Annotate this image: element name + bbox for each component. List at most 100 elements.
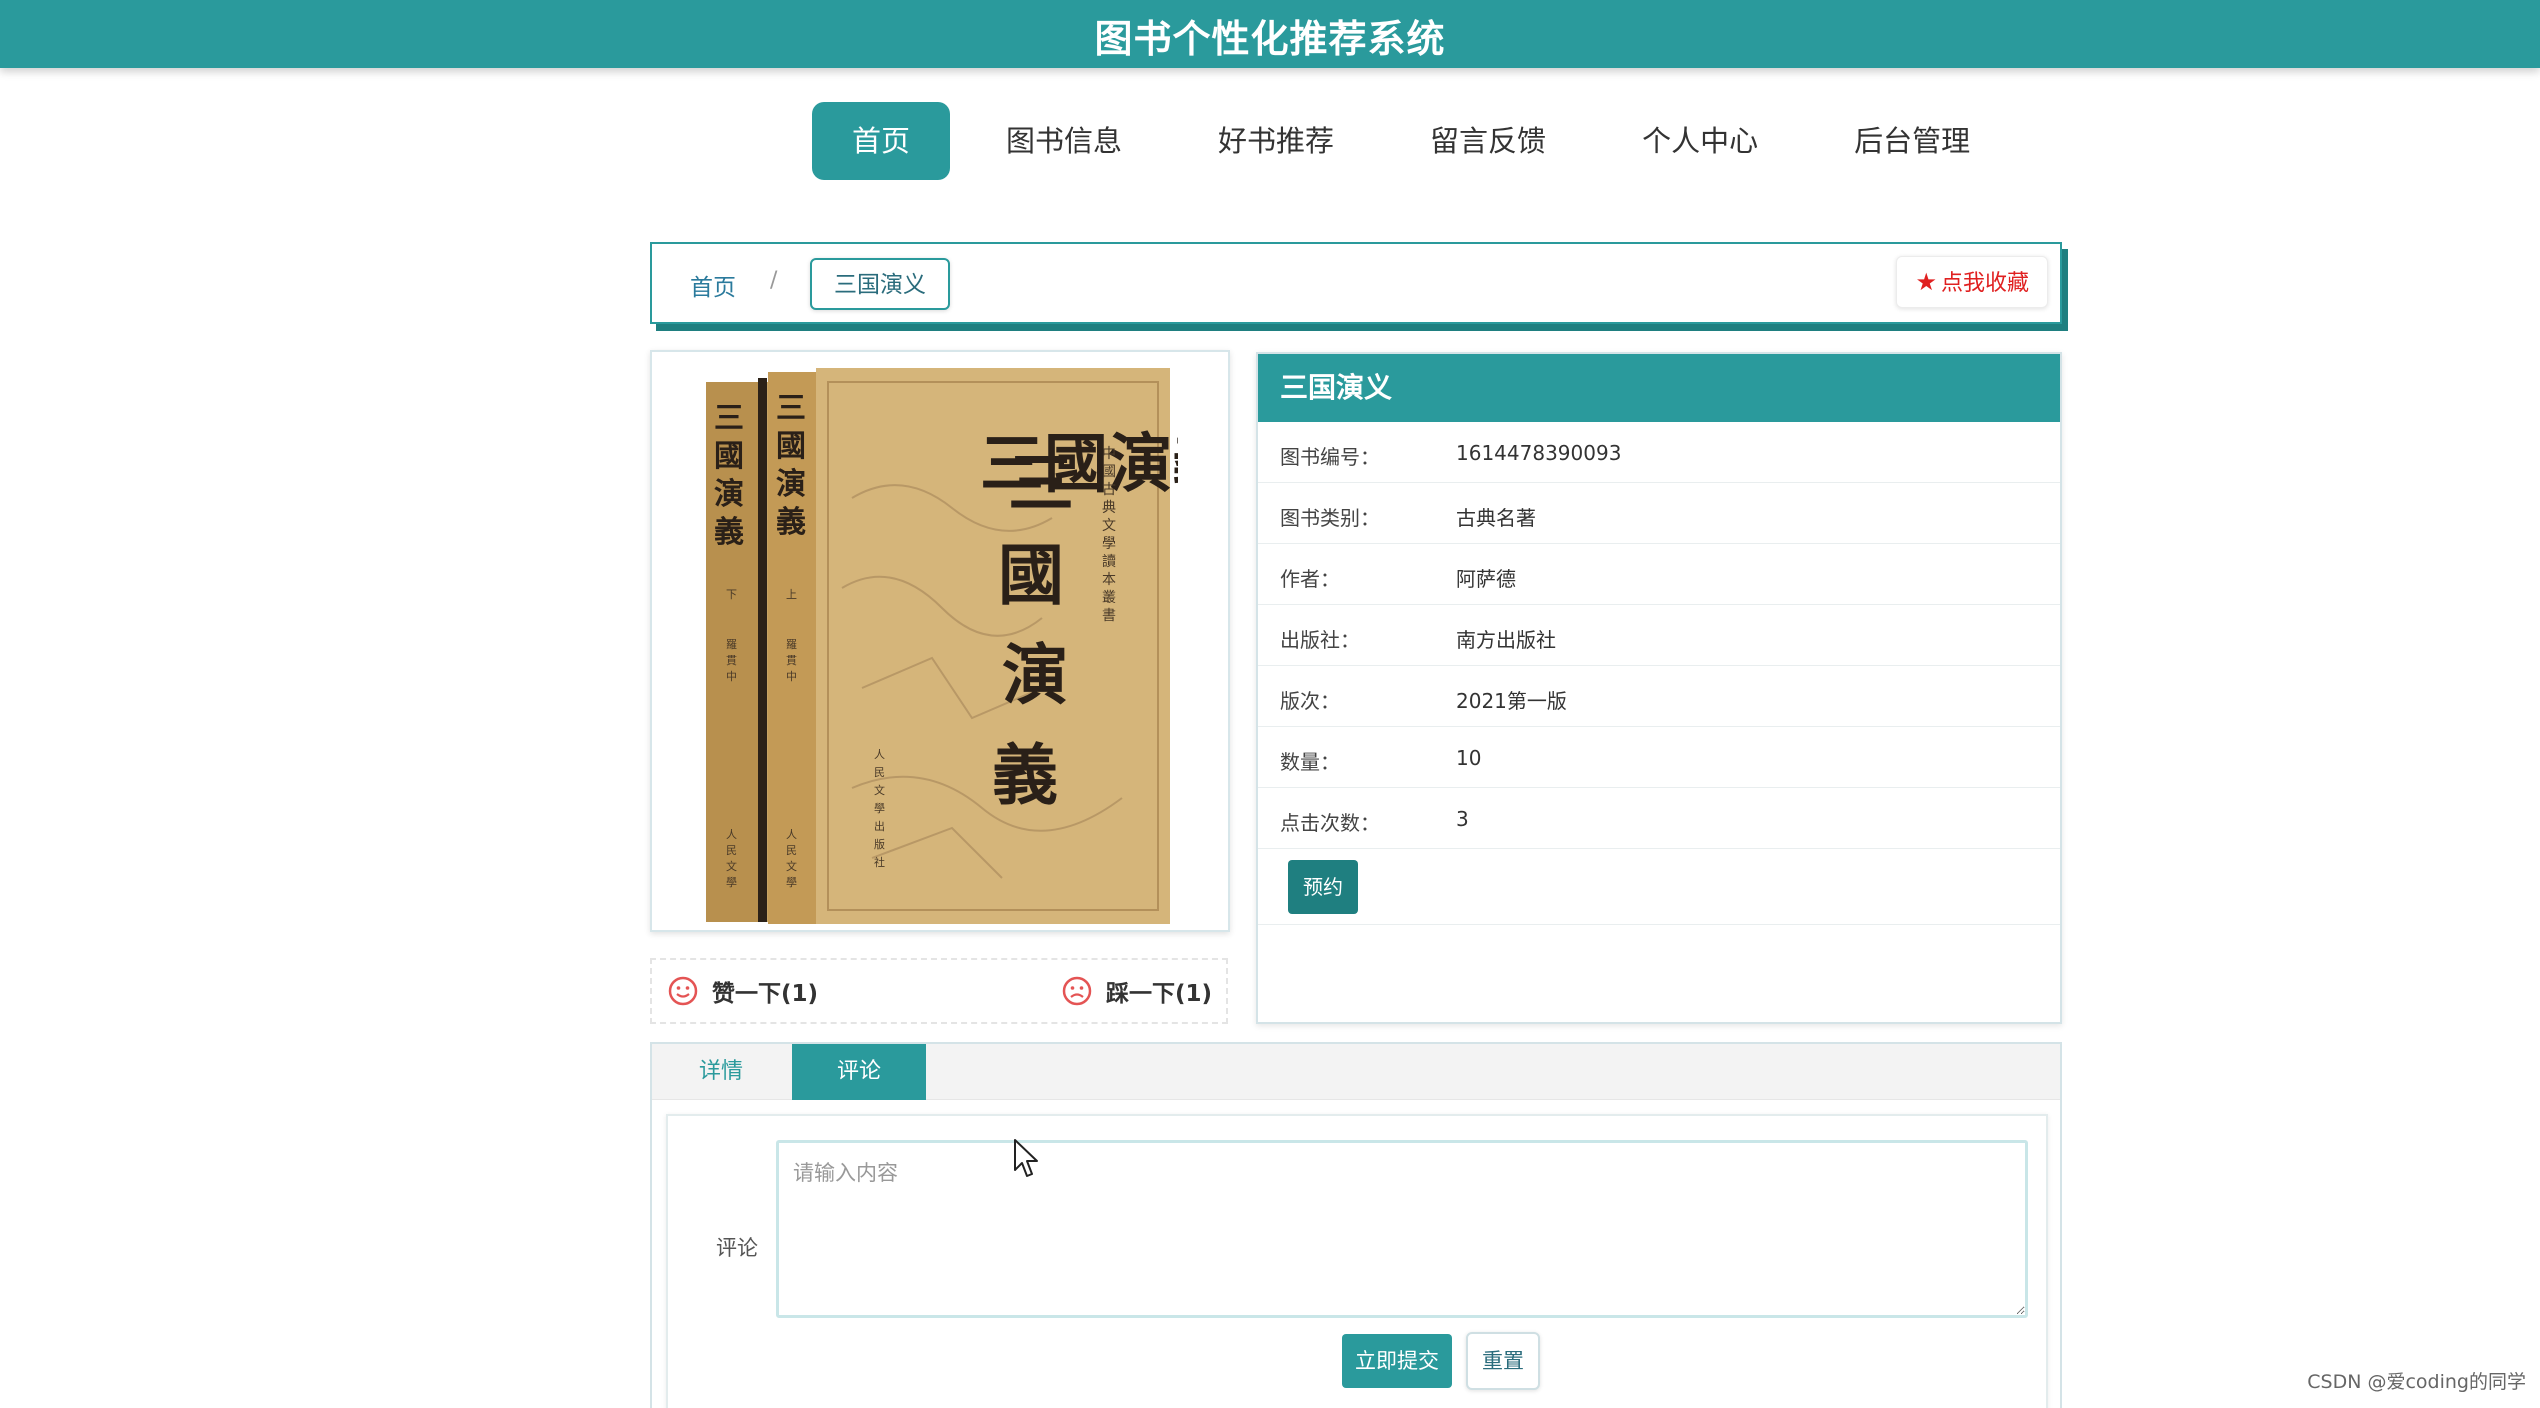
tab-bar: 详情 评论 [652, 1044, 2060, 1100]
svg-text:中: 中 [726, 670, 737, 683]
nav-item-home[interactable]: 首页 [812, 102, 951, 180]
svg-text:民: 民 [786, 844, 797, 857]
book-cover-image: 三國演義 三 國 演 義 中國古典文學讀本叢書 三國演義 三國演義 下羅貫中 上… [706, 368, 1178, 924]
svg-text:社: 社 [874, 855, 885, 869]
app-title: 图书个性化推荐系统 [1094, 17, 1446, 61]
info-label: 图书编号： [1280, 445, 1380, 469]
like-button[interactable]: 赞一下(1) [668, 974, 818, 1008]
svg-text:三: 三 [714, 401, 744, 436]
svg-text:三: 三 [1008, 444, 1074, 522]
svg-text:義: 義 [992, 736, 1058, 814]
svg-text:演: 演 [714, 477, 744, 512]
nav-item-admin[interactable]: 后台管理 [1814, 102, 2010, 180]
svg-text:中: 中 [786, 670, 797, 683]
tab-comment[interactable]: 评论 [792, 1044, 926, 1100]
svg-text:下: 下 [726, 588, 737, 601]
info-row-click-count: 点击次数： 3 [1258, 788, 2060, 849]
svg-text:國: 國 [776, 429, 806, 464]
info-label: 数量： [1280, 750, 1340, 774]
reserve-row: 预约 [1258, 849, 2060, 925]
book-cover: 三國演義 三 國 演 義 中國古典文學讀本叢書 三國演義 三國演義 下羅貫中 上… [650, 350, 1230, 932]
svg-text:上: 上 [786, 588, 797, 601]
svg-text:學: 學 [874, 802, 885, 815]
reserve-button[interactable]: 预约 [1288, 860, 1358, 914]
reset-button[interactable]: 重置 [1466, 1332, 1540, 1390]
vote-bar: 赞一下(1) 踩一下(1) [650, 958, 1228, 1024]
nav-item-personal-center[interactable]: 个人中心 [1602, 102, 1798, 180]
svg-text:人: 人 [726, 828, 737, 841]
comment-label: 评论 [716, 1236, 758, 1260]
info-label: 作者： [1280, 567, 1340, 591]
favorite-label: 点我收藏 [1940, 271, 2029, 296]
submit-button[interactable]: 立即提交 [1342, 1334, 1452, 1388]
watermark: CSDN @爱coding的同学 [2307, 1371, 2526, 1393]
svg-text:典: 典 [1102, 500, 1116, 516]
svg-text:學: 學 [726, 876, 737, 889]
breadcrumb-separator: / [770, 268, 778, 293]
svg-text:演: 演 [776, 467, 806, 502]
svg-text:民: 民 [726, 844, 737, 857]
comment-form: 评论 立即提交 重置 [666, 1114, 2048, 1408]
info-label: 出版社： [1280, 628, 1360, 652]
svg-text:義: 義 [714, 515, 744, 550]
svg-text:人: 人 [874, 748, 885, 761]
info-row-edition: 版次： 2021第一版 [1258, 666, 2060, 727]
favorite-button[interactable]: ★ 点我收藏 [1896, 256, 2048, 308]
detail-tabs: 详情 评论 评论 立即提交 重置 [650, 1042, 2062, 1408]
svg-text:文: 文 [1102, 518, 1116, 534]
svg-text:國: 國 [714, 439, 744, 474]
info-value: 10 [1456, 746, 1482, 770]
svg-text:學: 學 [1102, 536, 1116, 552]
svg-text:民: 民 [874, 766, 885, 779]
top-header: 图书个性化推荐系统 [0, 0, 2540, 68]
info-value: 2021第一版 [1456, 689, 1567, 713]
svg-text:人: 人 [786, 828, 797, 841]
mouse-cursor-icon [1014, 1139, 1038, 1177]
info-value: 1614478390093 [1456, 441, 1622, 465]
svg-text:學: 學 [786, 876, 797, 889]
info-label: 点击次数： [1280, 811, 1380, 835]
svg-text:國: 國 [998, 536, 1064, 614]
info-value: 古典名著 [1456, 506, 1536, 530]
info-value: 3 [1456, 807, 1469, 831]
nav-item-feedback[interactable]: 留言反馈 [1390, 102, 1586, 180]
svg-text:文: 文 [786, 859, 797, 873]
dislike-label: 踩一下(1) [1106, 981, 1213, 1007]
svg-text:演: 演 [1002, 636, 1068, 714]
breadcrumb-current: 三国演义 [810, 258, 950, 310]
svg-text:版: 版 [874, 837, 885, 851]
tab-detail[interactable]: 详情 [652, 1044, 790, 1100]
svg-text:中: 中 [1102, 446, 1116, 462]
comment-input[interactable] [776, 1140, 2028, 1318]
book-title: 三国演义 [1258, 354, 2060, 422]
info-row-book-id: 图书编号： 1614478390093 [1258, 422, 2060, 483]
svg-text:貫: 貫 [726, 654, 737, 667]
dislike-button[interactable]: 踩一下(1) [1062, 974, 1212, 1008]
info-label: 版次： [1280, 689, 1340, 713]
info-row-author: 作者： 阿萨德 [1258, 544, 2060, 605]
star-icon: ★ [1915, 268, 1937, 296]
svg-text:讀: 讀 [1102, 554, 1116, 570]
breadcrumb-home-link[interactable]: 首页 [690, 268, 736, 302]
breadcrumb: 首页 / 三国演义 ★ 点我收藏 [650, 242, 2062, 324]
like-label: 赞一下(1) [712, 981, 819, 1007]
svg-text:文: 文 [726, 859, 737, 873]
info-row-publisher: 出版社： 南方出版社 [1258, 605, 2060, 666]
nav-item-book-info[interactable]: 图书信息 [966, 102, 1162, 180]
svg-text:羅: 羅 [726, 638, 737, 651]
svg-text:出: 出 [874, 819, 885, 833]
svg-text:叢: 叢 [1102, 590, 1116, 606]
smile-icon [668, 976, 698, 1006]
info-row-quantity: 数量： 10 [1258, 727, 2060, 788]
svg-text:義: 義 [776, 505, 806, 540]
svg-text:文: 文 [874, 783, 885, 797]
svg-text:書: 書 [1102, 608, 1116, 624]
info-label: 图书类别： [1280, 506, 1380, 530]
info-value: 阿萨德 [1456, 567, 1516, 591]
svg-text:羅: 羅 [786, 638, 797, 651]
main-nav: 首页 图书信息 好书推荐 留言反馈 个人中心 后台管理 [812, 102, 2026, 180]
svg-text:國: 國 [1102, 464, 1116, 480]
svg-text:古: 古 [1102, 482, 1116, 498]
nav-item-recommend[interactable]: 好书推荐 [1178, 102, 1374, 180]
svg-text:三: 三 [776, 391, 806, 426]
